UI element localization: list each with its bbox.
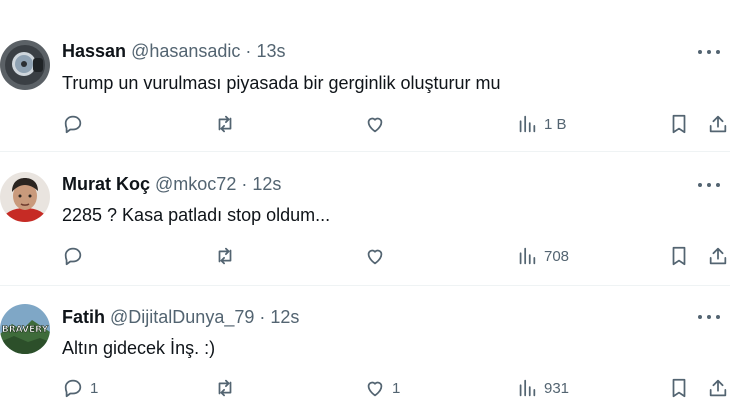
- views-icon: [519, 247, 536, 265]
- like-button[interactable]: [364, 242, 392, 270]
- separator-dot: ·: [259, 307, 266, 327]
- tweet-time[interactable]: 13s: [256, 41, 285, 61]
- reply-button[interactable]: [62, 242, 90, 270]
- like-button[interactable]: [364, 110, 392, 138]
- reply-icon: [64, 115, 82, 134]
- bookmark-icon: [672, 246, 686, 266]
- bookmark-icon: [672, 378, 686, 398]
- like-icon: [367, 381, 383, 397]
- like-icon: [367, 117, 383, 133]
- views-button[interactable]: 708: [516, 242, 569, 270]
- share-icon: [709, 247, 727, 265]
- reply-icon: [64, 379, 82, 398]
- bookmark-button[interactable]: [668, 374, 690, 402]
- views-icon: [519, 115, 536, 133]
- tweet-header: Murat Koç @mkoc72 · 12s: [62, 173, 281, 195]
- reply-button[interactable]: [62, 110, 90, 138]
- avatar[interactable]: [0, 40, 50, 90]
- retweet-icon: [218, 247, 232, 265]
- author-name[interactable]: Murat Koç: [62, 174, 150, 194]
- tweet-actions: 708: [0, 242, 730, 270]
- share-button[interactable]: [707, 110, 729, 138]
- tweet-header: Hassan @hasansadic · 13s: [62, 40, 285, 62]
- retweet-button[interactable]: [214, 242, 242, 270]
- author-name[interactable]: Fatih: [62, 307, 105, 327]
- avatar[interactable]: BRAVERY: [0, 304, 50, 354]
- tweet-feed: Hassan @hasansadic · 13s Trump un vurulm…: [0, 0, 730, 420]
- tweet-actions: 1 1 931: [0, 374, 730, 402]
- tweet-text: Altın gidecek İnş. :): [62, 338, 216, 358]
- bookmark-button[interactable]: [668, 242, 690, 270]
- retweet-icon: [218, 379, 232, 397]
- retweet-button[interactable]: [214, 374, 242, 402]
- views-count: 708: [544, 247, 570, 265]
- author-handle[interactable]: @hasansadic: [131, 41, 240, 61]
- share-icon: [709, 115, 727, 133]
- retweet-icon: [218, 115, 232, 133]
- avatar-image: BRAVERY: [0, 304, 50, 354]
- author-name[interactable]: Hassan: [62, 41, 126, 61]
- retweet-button[interactable]: [214, 110, 242, 138]
- views-icon: [519, 379, 536, 397]
- like-button[interactable]: 1: [364, 374, 400, 402]
- tweet-actions: 1 B: [0, 110, 730, 138]
- author-handle[interactable]: @mkoc72: [155, 174, 236, 194]
- views-count: 1 B: [544, 115, 567, 133]
- share-button[interactable]: [707, 374, 729, 402]
- tweet-time[interactable]: 12s: [270, 307, 299, 327]
- avatar[interactable]: [0, 172, 50, 222]
- reply-icon: [64, 247, 82, 266]
- views-button[interactable]: 1 B: [516, 110, 567, 138]
- views-count: 931: [544, 379, 570, 397]
- avatar-image: [0, 40, 50, 90]
- share-icon: [709, 379, 727, 397]
- share-button[interactable]: [707, 242, 729, 270]
- more-icon[interactable]: [698, 178, 720, 192]
- views-button[interactable]: 931: [516, 374, 569, 402]
- bookmark-button[interactable]: [668, 110, 690, 138]
- more-icon[interactable]: [698, 45, 720, 59]
- tweet-text: 2285 ? Kasa patladı stop oldum...: [62, 205, 331, 225]
- author-handle[interactable]: @DijitalDunya_79: [110, 307, 254, 327]
- reply-button[interactable]: 1: [62, 374, 98, 402]
- more-icon[interactable]: [698, 310, 720, 324]
- separator-dot: ·: [245, 41, 252, 61]
- tweet-text: Trump un vurulması piyasada bir gerginli…: [62, 73, 501, 93]
- avatar-image: [0, 172, 50, 222]
- reply-count: 1: [90, 379, 99, 397]
- like-count: 1: [392, 379, 401, 397]
- tweet-header: Fatih @DijitalDunya_79 · 12s: [62, 306, 299, 328]
- avatar-text: BRAVERY: [2, 325, 49, 335]
- bookmark-icon: [672, 114, 686, 134]
- separator-dot: ·: [241, 174, 248, 194]
- like-icon: [367, 249, 383, 265]
- tweet-time[interactable]: 12s: [252, 174, 281, 194]
